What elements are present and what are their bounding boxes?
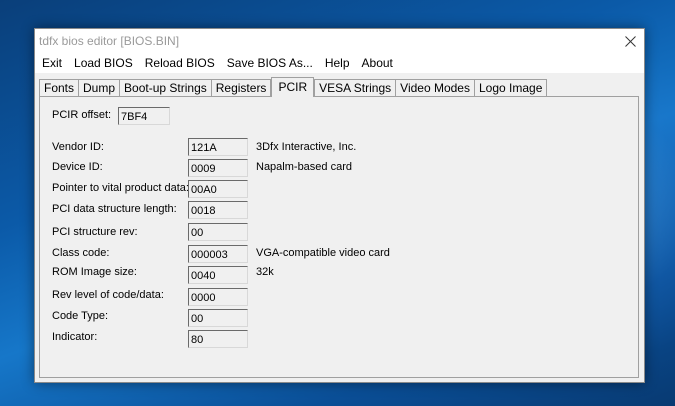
close-icon <box>624 35 636 47</box>
menu-bar: Exit Load BIOS Reload BIOS Save BIOS As.… <box>35 53 644 73</box>
tab-registers[interactable]: Registers <box>210 79 272 97</box>
vendor-id-field[interactable]: 121A <box>188 138 248 156</box>
class-code-label: Class code: <box>52 247 110 259</box>
menu-save-bios-as[interactable]: Save BIOS As... <box>222 53 320 73</box>
close-button[interactable] <box>616 29 644 53</box>
menu-exit[interactable]: Exit <box>37 53 69 73</box>
pcir-offset-field[interactable]: 7BF4 <box>118 107 170 125</box>
device-id-field[interactable]: 0009 <box>188 159 248 177</box>
pcir-offset-label: PCIR offset: <box>52 109 112 121</box>
menu-reload-bios[interactable]: Reload BIOS <box>140 53 222 73</box>
menu-about[interactable]: About <box>357 53 400 73</box>
tab-pcir[interactable]: PCIR <box>271 77 315 97</box>
rom-image-size-label: ROM Image size: <box>52 266 137 278</box>
tab-logo-image[interactable]: Logo Image <box>473 79 548 97</box>
device-id-description: Napalm-based card <box>256 161 352 173</box>
title-bar[interactable]: tdfx bios editor [BIOS.BIN] <box>35 29 644 53</box>
rev-level-label: Rev level of code/data: <box>52 289 164 301</box>
tab-boot-up-strings[interactable]: Boot-up Strings <box>119 79 212 97</box>
menu-load-bios[interactable]: Load BIOS <box>69 53 140 73</box>
class-code-description: VGA-compatible video card <box>256 247 390 259</box>
rom-image-size-description: 32k <box>256 266 274 278</box>
data-structure-length-label: PCI data structure length: <box>52 203 177 215</box>
structure-rev-label: PCI structure rev: <box>52 226 138 238</box>
structure-rev-field[interactable]: 00 <box>188 223 248 241</box>
device-id-label: Device ID: <box>52 161 103 173</box>
indicator-label: Indicator: <box>52 331 98 343</box>
tab-dump[interactable]: Dump <box>78 79 121 97</box>
vital-product-data-label: Pointer to vital product data: <box>52 182 189 194</box>
menu-help[interactable]: Help <box>320 53 357 73</box>
window-title: tdfx bios editor [BIOS.BIN] <box>39 34 180 48</box>
tab-fonts[interactable]: Fonts <box>39 79 80 97</box>
data-structure-length-field[interactable]: 0018 <box>188 201 248 219</box>
code-type-field[interactable]: 00 <box>188 309 248 327</box>
app-window: tdfx bios editor [BIOS.BIN] Exit Load BI… <box>34 28 645 383</box>
pcir-panel: PCIR offset: 7BF4 Vendor ID: 121A 3Dfx I… <box>39 96 639 378</box>
rom-image-size-field[interactable]: 0040 <box>188 266 248 284</box>
class-code-field[interactable]: 000003 <box>188 245 248 263</box>
vendor-id-label: Vendor ID: <box>52 141 104 153</box>
tab-video-modes[interactable]: Video Modes <box>395 79 475 97</box>
rev-level-field[interactable]: 0000 <box>188 288 248 306</box>
vendor-id-description: 3Dfx Interactive, Inc. <box>256 141 357 153</box>
code-type-label: Code Type: <box>52 310 109 322</box>
tab-vesa-strings[interactable]: VESA Strings <box>314 79 397 97</box>
vital-product-data-field[interactable]: 00A0 <box>188 180 248 198</box>
tab-strip: Fonts Dump Boot-up Strings Registers PCI… <box>39 77 548 97</box>
indicator-field[interactable]: 80 <box>188 330 248 348</box>
